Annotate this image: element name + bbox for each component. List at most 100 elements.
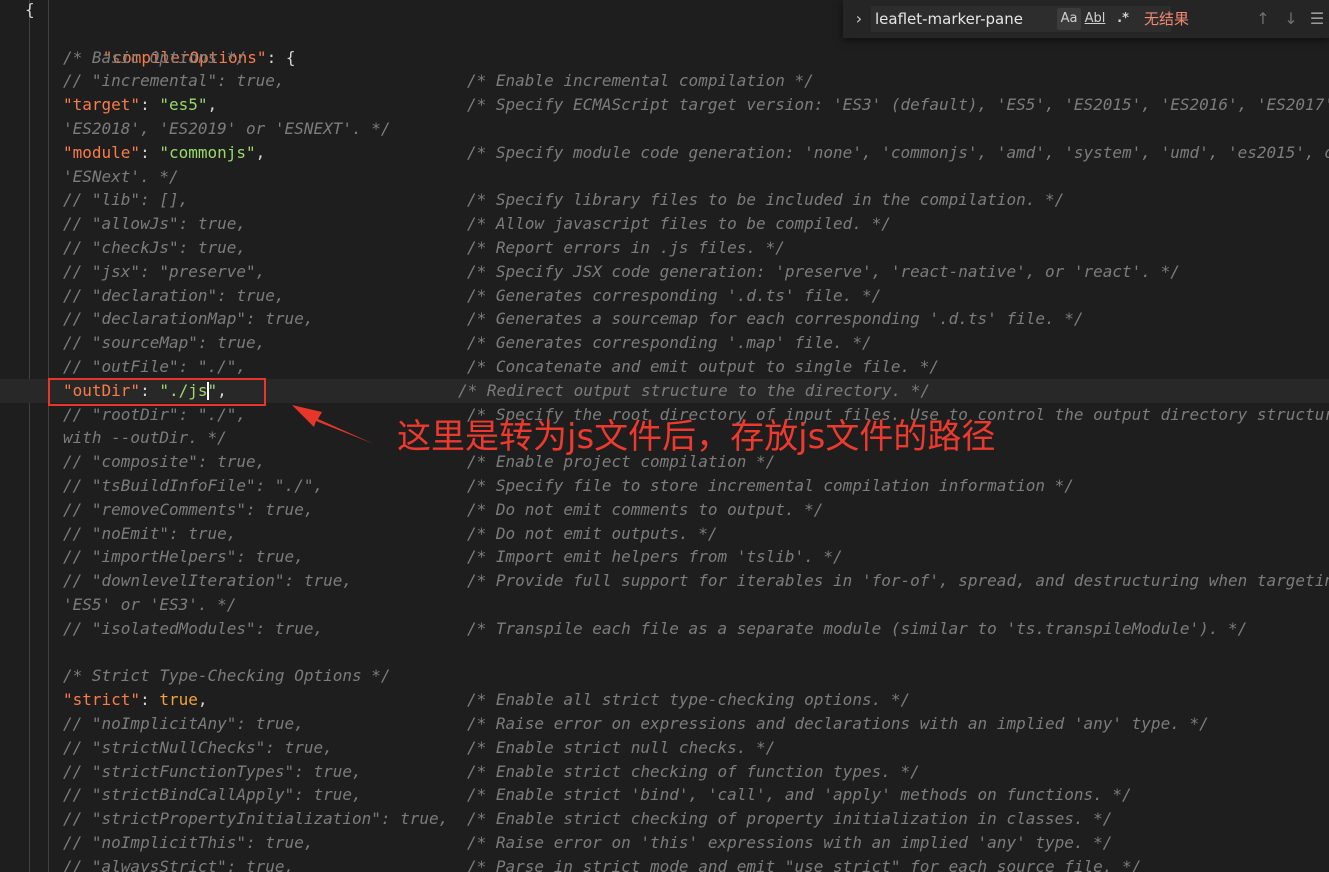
code-line[interactable]: // "strictFunctionTypes": true, /* Enable…	[0, 760, 1329, 784]
comment-text: // "downlevelIteration": true,	[63, 571, 352, 591]
inline-comment: /* Transpile each file as a separate mod…	[467, 618, 1248, 638]
code-text: // "declaration": true,	[63, 284, 285, 308]
string-value: "commonjs"	[159, 142, 256, 162]
code-line[interactable]: // "declarationMap": true, /* Generates a…	[0, 307, 1329, 331]
inline-comment: /* Redirect output structure to the dire…	[458, 380, 931, 400]
code-text: // "strictPropertyInitialization": true,	[63, 807, 448, 831]
colon: :	[140, 95, 160, 115]
inline-comment: /* Do not emit outputs. */	[467, 523, 718, 543]
code-line[interactable]: "module": "commonjs", /* Specify module c…	[0, 141, 1329, 165]
inline-comment: /* Specify library files to be included …	[467, 190, 1065, 210]
comment-text: // "composite": true,	[63, 452, 266, 472]
code-text: with --outDir. */	[63, 426, 227, 450]
code-line[interactable]: // "jsx": "preserve", /* Specify JSX code…	[0, 260, 1329, 284]
comment-text: // "noImplicitAny": true,	[63, 714, 304, 733]
regex-button[interactable]: .*	[1111, 8, 1135, 30]
comment-text: // "tsBuildInfoFile": "./",	[63, 476, 324, 495]
code-line[interactable]: // "checkJs": true, /* Report errors in .…	[0, 236, 1329, 260]
comment-text: // "checkJs": true,	[63, 238, 247, 257]
code-text: // "incremental": true,	[63, 69, 285, 93]
code-text: // "lib": [],	[63, 188, 188, 212]
match-case-button[interactable]: Aa	[1057, 8, 1081, 30]
code-text: // "noEmit": true,	[63, 522, 236, 546]
code-text: /* Basic Options */	[63, 46, 246, 70]
colon: :	[140, 690, 160, 710]
code-line[interactable]: /* Strict Type-Checking Options */	[0, 664, 1329, 688]
code-text: // "composite": true,	[63, 450, 265, 474]
code-text: // "isolatedModules": true,	[63, 617, 323, 641]
code-line[interactable]: // "strictNullChecks": true, /* Enable st…	[0, 736, 1329, 760]
code-text: // "noImplicitThis": true,	[63, 831, 313, 855]
comment-text: // "noImplicitThis": true,	[63, 833, 314, 852]
property-key: "module"	[63, 142, 141, 162]
code-line[interactable]: // "tsBuildInfoFile": "./", /* Specify fi…	[0, 474, 1329, 498]
inline-comment: /* Report errors in .js files. */	[467, 238, 785, 257]
annotation-highlight-box	[48, 378, 266, 406]
code-line[interactable]: // "sourceMap": true, /* Generates corres…	[0, 331, 1329, 355]
code-line[interactable]: "strict": true, /* Enable all strict type…	[0, 688, 1329, 712]
code-line[interactable]: // "allowJs": true, /* Allow javascript f…	[0, 212, 1329, 236]
code-line[interactable]: // "incremental": true, /* Enable increme…	[0, 69, 1329, 93]
code-line[interactable]: 'ESNext'. */	[0, 165, 1329, 189]
comment-text: // "strictNullChecks": true,	[63, 737, 333, 757]
inline-comment: /* Enable strict null checks. */	[467, 737, 776, 757]
inline-comment: /* Specify file to store incremental com…	[467, 476, 1074, 495]
code-line[interactable]: // "noImplicitAny": true, /* Raise error …	[0, 712, 1329, 736]
comment-text: // "incremental": true,	[63, 71, 285, 91]
comment-text: // "strictBindCallApply": true,	[63, 785, 362, 805]
comma: ,	[207, 95, 218, 115]
code-line[interactable]: // "outFile": "./", /* Concatenate and em…	[0, 355, 1329, 379]
code-line[interactable]: // "alwaysStrict": true, /* Parse in stri…	[0, 855, 1329, 872]
inline-comment: /* Generates a sourcemap for each corres…	[467, 309, 1084, 329]
code-text: // "downlevelIteration": true,	[63, 569, 352, 593]
code-line[interactable]: // "downlevelIteration": true, /* Provide…	[0, 569, 1329, 593]
code-text: 'ES2018', 'ES2019' or 'ESNEXT'. */	[63, 117, 391, 141]
code-line[interactable]: /* Basic Options */	[0, 46, 1329, 70]
code-text: // "allowJs": true,	[63, 212, 246, 236]
whole-word-button[interactable]: Abl	[1083, 8, 1107, 30]
comment-text: // "importHelpers": true,	[63, 547, 304, 567]
code-text: // "alwaysStrict": true,	[63, 855, 294, 872]
code-line[interactable]: // "removeComments": true, /* Do not emit…	[0, 498, 1329, 522]
open-brace: {	[25, 0, 35, 19]
arrow-up-icon[interactable]: ↑	[1252, 8, 1274, 30]
chevron-right-icon[interactable]: ›	[851, 9, 867, 29]
code-line[interactable]: // "noEmit": true, /* Do not emit outputs…	[0, 522, 1329, 546]
code-text: "strict": true,	[63, 688, 208, 712]
arrow-down-icon[interactable]: ↓	[1280, 8, 1302, 30]
code-line[interactable]: // "isolatedModules": true, /* Transpile …	[0, 617, 1329, 641]
annotation-text: 这里是转为js文件后，存放js文件的路径	[397, 417, 996, 457]
comment-text: /* Strict Type-Checking Options */	[63, 666, 391, 686]
code-line[interactable]: // "strictPropertyInitialization": true,…	[0, 807, 1329, 831]
code-line[interactable]: // "lib": [], /* Specify library files to…	[0, 188, 1329, 212]
comment-text: // "sourceMap": true,	[63, 333, 266, 353]
code-line[interactable]: 'ES2018', 'ES2019' or 'ESNEXT'. */	[0, 117, 1329, 141]
comment-text: 'ES2018', 'ES2019' or 'ESNEXT'. */	[63, 119, 391, 138]
code-line[interactable]: // "declaration": true, /* Generates corr…	[0, 284, 1329, 308]
code-text: // "declarationMap": true,	[63, 307, 313, 331]
code-text: /* Strict Type-Checking Options */	[63, 664, 391, 688]
code-line[interactable]: 'ES5' or 'ES3'. */	[0, 593, 1329, 617]
inline-comment: /* Enable strict 'bind', 'call', and 'ap…	[467, 785, 1132, 805]
find-result-status: 无结果	[1144, 10, 1190, 28]
inline-comment: /* Do not emit comments to output. */	[467, 499, 824, 519]
code-line[interactable]: // "importHelpers": true, /* Import emit …	[0, 545, 1329, 569]
code-text: // "rootDir": "./",	[63, 403, 246, 427]
inline-comment: /* Raise error on 'this' expressions wit…	[467, 833, 1113, 852]
comment-text: // "declaration": true,	[63, 285, 285, 305]
code-text: // "strictNullChecks": true,	[63, 736, 333, 760]
inline-comment: /* Specify module code generation: 'none…	[467, 142, 1329, 162]
code-editor[interactable]: { "compilerOptions": { /* Basic Options …	[0, 0, 1329, 872]
comment-text: // "strictFunctionTypes": true,	[63, 761, 362, 781]
code-line[interactable]: // "strictBindCallApply": true, /* Enable…	[0, 783, 1329, 807]
code-line[interactable]: "target": "es5", /* Specify ECMAScript ta…	[0, 93, 1329, 117]
inline-comment: /* Provide full support for iterables in…	[467, 571, 1329, 591]
code-line[interactable]: // "noImplicitThis": true, /* Raise error…	[0, 831, 1329, 855]
code-text: 'ES5' or 'ES3'. */	[63, 593, 236, 617]
comment-text: 'ESNext'. */	[63, 166, 179, 186]
code-line[interactable]	[0, 641, 1329, 665]
code-text: // "removeComments": true,	[63, 498, 313, 522]
menu-icon[interactable]: ☰	[1306, 8, 1328, 30]
code-text: // "noImplicitAny": true,	[63, 712, 304, 736]
find-widget: › Aa Abl .* 无结果 ↑ ↓ ☰	[843, 0, 1329, 38]
